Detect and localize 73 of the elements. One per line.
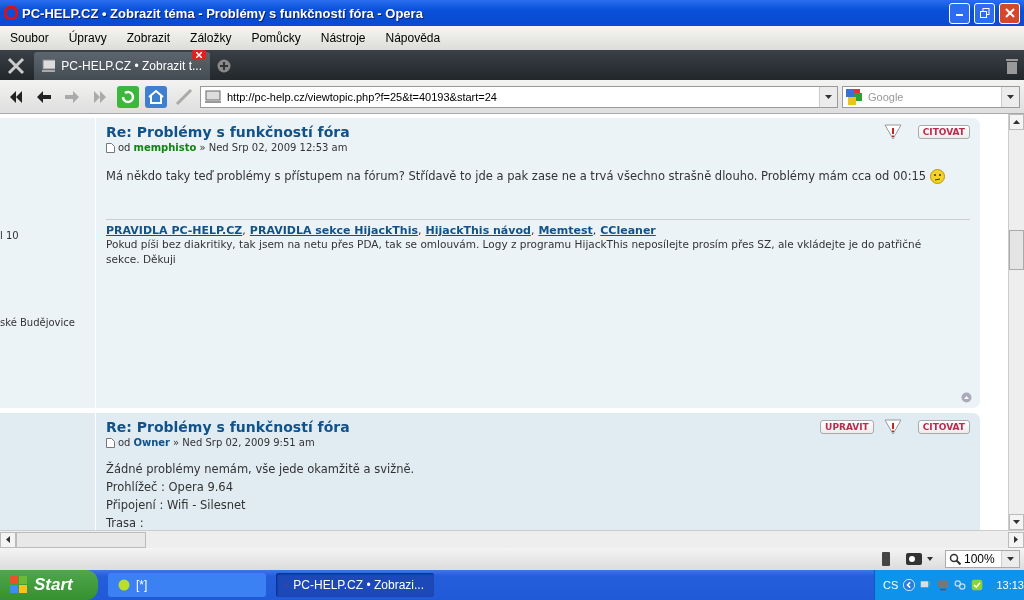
taskbar-button[interactable]: PC-HELP.CZ • Zobrazi... — [276, 573, 434, 597]
profile-text: ské Budějovice — [0, 317, 76, 328]
opera-logo-icon — [4, 6, 18, 20]
edit-button[interactable]: UPRAVIT — [820, 420, 874, 434]
search-engine-icon[interactable] — [846, 88, 862, 105]
report-icon[interactable] — [883, 419, 902, 435]
author-link[interactable]: Owner — [133, 437, 171, 448]
reload-icon[interactable] — [116, 84, 140, 109]
tab-close-icon[interactable] — [192, 50, 206, 60]
post-date: » Ned Srp 02, 2009 9:51 am — [173, 437, 315, 448]
menu-item[interactable]: Zobrazit — [116, 31, 181, 45]
scroll-up-icon[interactable] — [1013, 120, 1020, 124]
wrench-icon — [7, 57, 25, 75]
scroll-down-icon[interactable] — [1013, 520, 1020, 524]
zoom-icon — [949, 553, 961, 565]
post-text: Trasa : — [106, 515, 144, 530]
horizontal-scrollbar[interactable] — [0, 530, 1024, 548]
close-icon — [1004, 8, 1015, 18]
post-text: Žádné problémy nemám, vše jede okamžitě a svižně. — [106, 460, 415, 478]
author-link[interactable]: memphisto — [133, 142, 197, 153]
chevron-icon[interactable] — [903, 577, 916, 593]
vertical-scrollbar[interactable] — [1008, 114, 1024, 530]
windows-logo-icon — [10, 576, 28, 594]
dropdown-icon[interactable] — [1001, 86, 1019, 107]
comma-text: , — [530, 224, 535, 237]
restore-button[interactable] — [974, 2, 995, 24]
post-text: Prohlížeč : Opera 9.64 — [106, 479, 233, 496]
post-by-label: od — [118, 437, 131, 448]
scroll-thumb[interactable] — [16, 531, 146, 548]
shield-check-icon[interactable] — [971, 577, 984, 593]
laptop-icon — [205, 89, 221, 104]
laptop-icon — [42, 59, 56, 73]
dropdown-icon[interactable] — [1001, 551, 1019, 567]
signature-text: Pokud píši bez diakritiky, tak jsem na netu přes PDA, tak se omlouvám. Logy z programu HijackThis neposílejte prosím přes SZ, ale vkládejte je do patřičné sekce. Děkuji — [106, 237, 923, 267]
address-field[interactable]: http://pc-help.cz/viewtopic.php?f=25&t=40193&start=24 — [200, 85, 838, 108]
app-icon — [118, 579, 130, 591]
minimize-button[interactable] — [949, 2, 970, 24]
signature-link[interactable]: Memtest — [538, 224, 593, 237]
comma-text: , — [418, 224, 422, 237]
signature-link[interactable]: HijackThis návod — [425, 224, 531, 237]
home-icon[interactable] — [144, 84, 168, 109]
window-title: PC-HELP.CZ • Zobrazit téma - Problémy s funkčností fóra - Opera — [22, 5, 424, 21]
restore-icon — [979, 8, 990, 18]
quote-button[interactable]: CITOVAT — [917, 420, 970, 434]
comma-text: , — [242, 224, 246, 237]
post-text: Připojení : Wifi - Silesnet — [106, 497, 246, 514]
dropdown-icon[interactable] — [819, 86, 837, 107]
menu-item[interactable]: Pomůcky — [241, 31, 311, 45]
post-title[interactable]: Re: Problémy s funkčností fóra — [106, 124, 350, 140]
scroll-right-icon[interactable] — [1014, 536, 1018, 543]
zoom-field[interactable]: 100% — [945, 550, 1020, 568]
post-text: Má někdo taky teď problémy s přístupem na fórum? Střídavě to jde a pak zase ne a trvá všechno strašně dlouho. Problémy mám cca od 00:15 — [106, 168, 927, 185]
menu-item[interactable]: Nástroje — [310, 31, 376, 45]
browser-tab[interactable]: PC-HELP.CZ • Zobrazit t... — [34, 52, 210, 80]
menu-item[interactable]: Záložky — [180, 31, 242, 45]
post-date: » Ned Srp 02, 2009 12:53 am — [199, 142, 348, 153]
signature-link[interactable]: CCleaner — [600, 224, 656, 237]
post-by-label: od — [118, 142, 131, 153]
menu-item[interactable]: Nápověda — [375, 31, 451, 45]
profile-text: l 10 — [0, 230, 20, 241]
menu-item[interactable]: Soubor — [0, 31, 59, 45]
report-icon[interactable] — [883, 124, 902, 140]
quote-button[interactable]: CITOVAT — [917, 125, 970, 139]
post-icon[interactable] — [106, 142, 115, 153]
post-title[interactable]: Re: Problémy s funkčností fóra — [106, 419, 350, 435]
scroll-thumb[interactable] — [1009, 230, 1024, 270]
clock-text: 13:13 — [996, 579, 1024, 591]
close-button[interactable] — [999, 2, 1020, 24]
menu-item[interactable]: Úpravy — [58, 31, 117, 45]
post-icon[interactable] — [106, 437, 115, 448]
comma-text: , — [592, 224, 597, 237]
scroll-left-icon[interactable] — [6, 536, 10, 543]
taskbar-button[interactable]: [*] — [108, 573, 266, 597]
